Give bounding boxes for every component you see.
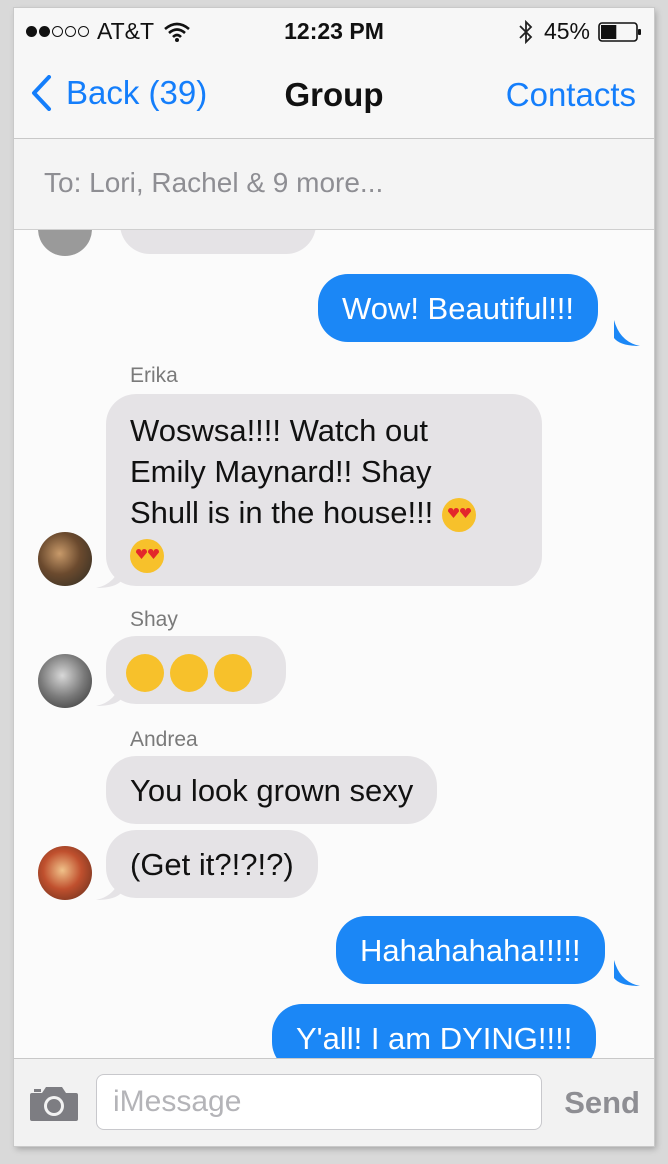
avatar[interactable] bbox=[38, 846, 92, 900]
send-button[interactable]: Send bbox=[564, 1085, 640, 1121]
avatar[interactable] bbox=[38, 230, 92, 256]
navigation-bar: Back (39) Group Contacts bbox=[14, 54, 654, 139]
bubble-tail bbox=[96, 562, 122, 588]
sender-name: Erika bbox=[130, 364, 178, 387]
bubble-tail bbox=[96, 874, 122, 900]
message-bubble-outgoing[interactable]: Y'all! I am DYING!!!! bbox=[272, 1004, 597, 1058]
kiss-emoji-icon bbox=[170, 653, 208, 692]
message-text: Wow! Beautiful!!! bbox=[342, 291, 575, 326]
battery-percent: 45% bbox=[543, 18, 590, 44]
avatar[interactable] bbox=[38, 654, 92, 708]
phone-screen: AT&T 12:23 PM 45% Back (39) Group Contac… bbox=[14, 8, 654, 1146]
message-bubble-incoming[interactable]: You look grown sexy bbox=[106, 756, 438, 824]
battery-icon bbox=[598, 21, 641, 42]
contacts-button[interactable]: Contacts bbox=[506, 76, 636, 114]
status-bar: AT&T 12:23 PM 45% bbox=[14, 8, 654, 54]
message-bubble-outgoing[interactable]: Hahahahaha!!!!! bbox=[336, 916, 605, 984]
message-text: Hahahahaha!!!!! bbox=[360, 933, 581, 968]
bubble-tail bbox=[96, 680, 122, 706]
message-bubble-incoming[interactable]: Woswsa!!!! Watch out Emily Maynard!! Sha… bbox=[106, 394, 542, 586]
sender-name: Shay bbox=[130, 608, 178, 631]
message-bubble-incoming[interactable]: (Get it?!?!?) bbox=[106, 830, 318, 898]
message-text-line: Emily Maynard!! Shay bbox=[130, 454, 432, 489]
heart-eyes-emoji-icon bbox=[441, 497, 476, 532]
message-text: You look grown sexy bbox=[130, 773, 414, 808]
bubble-tail bbox=[614, 320, 640, 346]
message-bubble-incoming[interactable] bbox=[106, 636, 286, 704]
message-text: Y'all! I am DYING!!!! bbox=[296, 1021, 573, 1056]
bubble-tail bbox=[614, 960, 640, 986]
message-bubble-incoming[interactable] bbox=[120, 230, 316, 254]
message-text-line: Woswsa!!!! Watch out bbox=[130, 413, 429, 448]
recipients-bar[interactable]: To: Lori, Rachel & 9 more... bbox=[14, 139, 654, 230]
message-input[interactable] bbox=[96, 1074, 542, 1130]
sender-name: Andrea bbox=[130, 728, 198, 751]
compose-bar: Send bbox=[14, 1058, 654, 1146]
status-right: 45% bbox=[518, 18, 642, 45]
message-bubble-outgoing[interactable]: Wow! Beautiful!!! bbox=[318, 274, 599, 342]
camera-icon[interactable] bbox=[28, 1083, 80, 1123]
heart-eyes-emoji-icon bbox=[130, 538, 164, 573]
kiss-emoji-icon bbox=[126, 653, 164, 692]
avatar[interactable] bbox=[38, 532, 92, 586]
message-text-line bbox=[130, 533, 518, 574]
message-list[interactable]: Wow! Beautiful!!! Erika Woswsa!!!! Watch… bbox=[14, 230, 654, 1058]
message-text-line: Shull is in the house!!! bbox=[130, 492, 518, 533]
message-text: (Get it?!?!?) bbox=[130, 847, 294, 882]
kiss-emoji-icon bbox=[214, 653, 252, 692]
recipients-label: To: Lori, Rachel & 9 more... bbox=[44, 167, 384, 198]
bluetooth-icon bbox=[519, 19, 533, 44]
